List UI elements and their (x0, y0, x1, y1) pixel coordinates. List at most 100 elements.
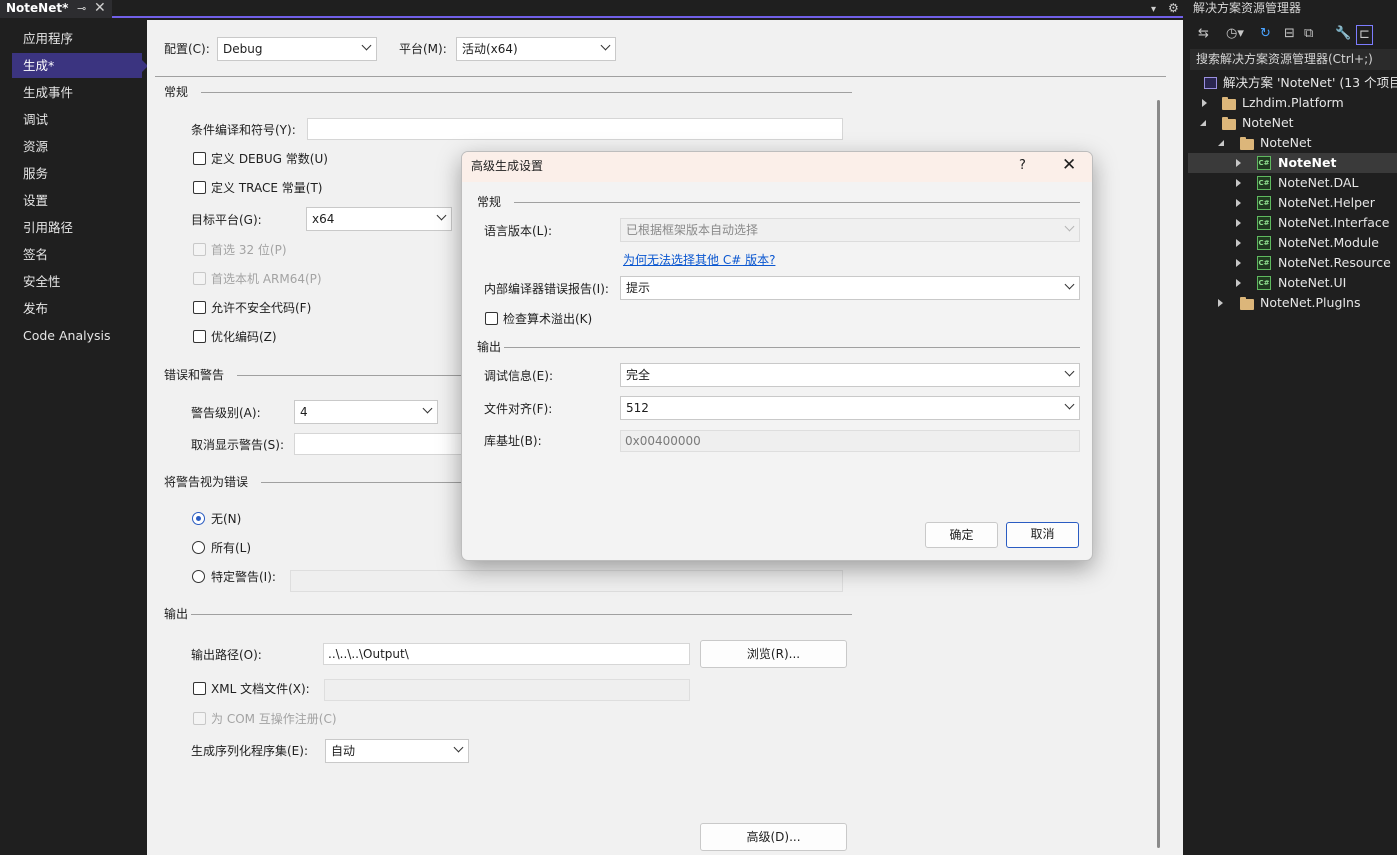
treat-none-radio[interactable] (192, 512, 205, 525)
internal-error-report-dropdown[interactable]: 提示 (620, 276, 1080, 300)
treat-all-radio[interactable] (192, 541, 205, 554)
serialization-dropdown[interactable]: 自动 (325, 739, 469, 763)
ok-button[interactable]: 确定 (925, 522, 998, 548)
lang-version-help-link[interactable]: 为何无法选择其他 C# 版本? (623, 252, 775, 268)
tree-item-lzhdim-platform[interactable]: Lzhdim.Platform (1188, 93, 1397, 113)
config-dropdown[interactable]: Debug (217, 37, 377, 61)
browse-button[interactable]: 浏览(R)... (700, 640, 847, 668)
prefer-32bit-checkbox[interactable] (193, 243, 206, 256)
csharp-project-icon: C# (1257, 196, 1271, 210)
nav-item-label: 生成* (23, 58, 55, 73)
suppress-warnings-label: 取消显示警告(S): (191, 438, 285, 452)
advanced-button[interactable]: 高级(D)... (700, 823, 847, 851)
nav-item-build-events[interactable]: 生成事件 (12, 80, 142, 105)
tree-item-notenet-module[interactable]: C# NoteNet.Module (1188, 233, 1397, 253)
nav-item-build[interactable]: 生成* (12, 53, 148, 78)
prefer-arm64-label: 首选本机 ARM64(P) (211, 272, 322, 286)
tree-item-notenet-dal[interactable]: C# NoteNet.DAL (1188, 173, 1397, 193)
document-tab-bar (0, 0, 1183, 18)
cancel-button[interactable]: 取消 (1006, 522, 1079, 548)
help-icon[interactable]: ? (1019, 157, 1026, 175)
close-icon[interactable]: ✕ (1062, 155, 1076, 175)
nav-item-debug[interactable]: 调试 (12, 107, 142, 132)
advanced-build-settings-dialog: 高级生成设置 ? ✕ 常规 语言版本(L): 已根据框架版本自动选择 为何无法选… (461, 151, 1093, 561)
allow-unsafe-checkbox[interactable] (193, 301, 206, 314)
expand-arrow-icon[interactable] (1236, 199, 1241, 207)
xml-doc-checkbox[interactable] (193, 682, 206, 695)
define-debug-checkbox[interactable] (193, 152, 206, 165)
solution-search-input[interactable]: 搜索解决方案资源管理器(Ctrl+;) (1190, 49, 1397, 70)
chevron-down-icon (1064, 221, 1075, 232)
csharp-project-icon: C# (1257, 276, 1271, 290)
define-trace-checkbox[interactable] (193, 181, 206, 194)
project-properties-nav: 应用程序 生成* 生成事件 调试 资源 服务 设置 引用路径 签名 安全性 发布… (0, 20, 148, 855)
history-icon[interactable]: ◷▾ (1226, 25, 1244, 43)
output-path-input[interactable]: ..\..\..\Output\ (323, 643, 690, 665)
nav-item-code-analysis[interactable]: Code Analysis (12, 323, 142, 348)
nav-item-services[interactable]: 服务 (12, 161, 142, 186)
nav-item-security[interactable]: 安全性 (12, 269, 142, 294)
expand-arrow-icon[interactable] (1236, 219, 1241, 227)
gear-icon[interactable]: ⚙ (1168, 0, 1179, 17)
collapse-arrow-icon[interactable] (1200, 120, 1206, 126)
preview-icon[interactable]: ⊏ (1356, 25, 1373, 45)
tab-list-dropdown-icon[interactable]: ▾ (1151, 1, 1156, 18)
xml-doc-input[interactable] (324, 679, 690, 701)
expand-arrow-icon[interactable] (1236, 239, 1241, 247)
nav-item-signing[interactable]: 签名 (12, 242, 142, 267)
tree-item-notenet-helper[interactable]: C# NoteNet.Helper (1188, 193, 1397, 213)
treat-specific-radio[interactable] (192, 570, 205, 583)
warning-level-dropdown[interactable]: 4 (294, 400, 438, 424)
properties-icon[interactable]: 🔧 (1335, 25, 1351, 43)
treat-all-label: 所有(L) (211, 541, 252, 555)
expand-arrow-icon[interactable] (1218, 299, 1223, 307)
tree-solution-root[interactable]: 解决方案 'NoteNet' (13 个项目， (1188, 73, 1397, 93)
chevron-down-icon (422, 403, 433, 414)
tree-item-notenet-folder[interactable]: NoteNet (1188, 113, 1397, 133)
tree-item-notenet-ui[interactable]: C# NoteNet.UI (1188, 273, 1397, 293)
vertical-scrollbar[interactable] (1157, 100, 1160, 848)
nav-item-reference-paths[interactable]: 引用路径 (12, 215, 142, 240)
divider (191, 614, 852, 615)
nav-item-publish[interactable]: 发布 (12, 296, 142, 321)
expand-arrow-icon[interactable] (1236, 159, 1241, 167)
debug-info-dropdown[interactable]: 完全 (620, 363, 1080, 387)
close-tab-icon[interactable]: ✕ (94, 0, 106, 17)
optimize-checkbox[interactable] (193, 330, 206, 343)
platform-label: 平台(M): (399, 42, 447, 56)
platform-dropdown[interactable]: 活动(x64) (456, 37, 616, 61)
platform-value: 活动(x64) (462, 42, 518, 56)
prefer-arm64-checkbox[interactable] (193, 272, 206, 285)
check-overflow-checkbox[interactable] (485, 312, 498, 325)
nav-item-resources[interactable]: 资源 (12, 134, 142, 159)
specific-warnings-input[interactable] (290, 570, 843, 592)
refresh-icon[interactable]: ↻ (1260, 25, 1271, 43)
nav-item-application[interactable]: 应用程序 (12, 26, 142, 51)
expand-arrow-icon[interactable] (1236, 179, 1241, 187)
com-register-checkbox[interactable] (193, 712, 206, 725)
expand-arrow-icon[interactable] (1202, 99, 1207, 107)
divider (201, 92, 852, 93)
lang-version-value: 已根据框架版本自动选择 (626, 223, 759, 237)
collapse-icon[interactable]: ⊟ (1284, 25, 1295, 43)
tree-item-notenet-project[interactable]: C# NoteNet (1188, 153, 1397, 173)
base-address-input[interactable]: 0x00400000 (620, 430, 1080, 452)
nav-item-settings[interactable]: 设置 (12, 188, 142, 213)
target-platform-dropdown[interactable]: x64 (306, 207, 452, 231)
lang-version-dropdown[interactable]: 已根据框架版本自动选择 (620, 218, 1080, 242)
expand-arrow-icon[interactable] (1236, 259, 1241, 267)
tree-item-notenet-resource[interactable]: C# NoteNet.Resource (1188, 253, 1397, 273)
sync-icon[interactable]: ⇆ (1198, 25, 1209, 43)
folder-icon (1222, 97, 1236, 110)
section-errors-warnings: 错误和警告 (164, 368, 225, 382)
file-alignment-dropdown[interactable]: 512 (620, 396, 1080, 420)
folder-icon (1240, 297, 1254, 310)
tree-item-notenet-interface[interactable]: C# NoteNet.Interface (1188, 213, 1397, 233)
tree-item-notenet-subfolder[interactable]: NoteNet (1188, 133, 1397, 153)
expand-arrow-icon[interactable] (1236, 279, 1241, 287)
switch-view-icon[interactable]: ⧉ (1304, 25, 1313, 43)
cond-symbols-input[interactable] (307, 118, 843, 140)
tree-item-notenet-plugins[interactable]: NoteNet.PlugIns (1188, 293, 1397, 313)
collapse-arrow-icon[interactable] (1218, 140, 1224, 146)
pin-icon[interactable]: ⊸ (77, 0, 86, 17)
